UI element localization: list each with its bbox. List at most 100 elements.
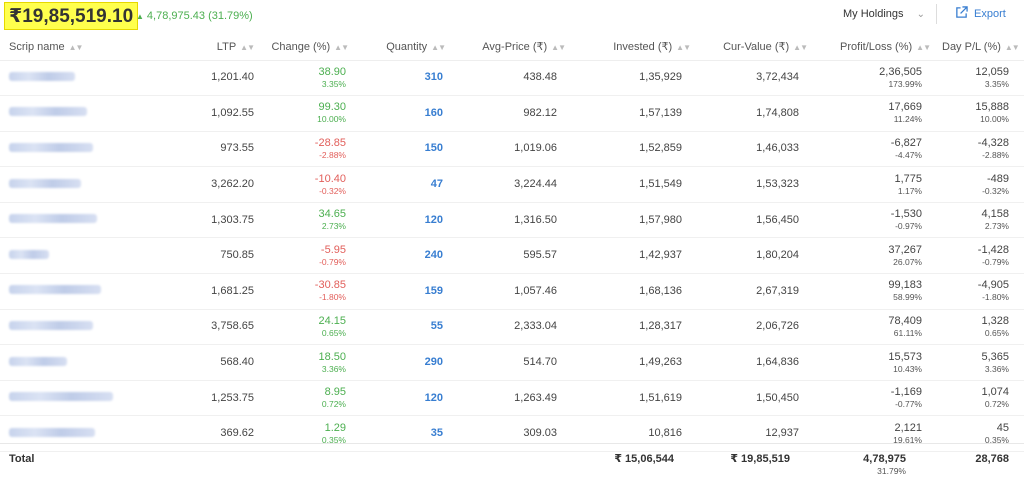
column-header-quantity[interactable]: Quantity ▲▼	[360, 34, 457, 61]
day-pl-pct: -1.80%	[982, 292, 1009, 303]
day-pl: -4,905	[977, 279, 1009, 292]
sort-icon[interactable]: ▲▼	[69, 43, 84, 52]
table-cell: 1,253.75	[135, 380, 254, 417]
table-cell: 240	[360, 237, 457, 275]
sort-icon[interactable]: ▲▼	[793, 43, 808, 52]
column-header-label: Avg-Price (₹)	[482, 41, 548, 54]
table-cell: -30.85 -1.80%	[254, 273, 360, 310]
change-value: 99.30	[318, 101, 346, 114]
table-cell: 1,35,929	[577, 60, 702, 97]
day-pl-pct: -2.88%	[982, 149, 1009, 160]
table-row[interactable]: 1,253.75 8.95 0.72% 120 1,263.49 1,51,619 1,50…	[0, 380, 1024, 417]
column-header-ltp[interactable]: LTP ▲▼	[135, 34, 255, 61]
sort-icon[interactable]: ▲▼	[431, 43, 446, 52]
table-cell: 1,074 0.72%	[942, 380, 1024, 417]
change-value: -28.85	[314, 136, 346, 149]
portfolio-header: ₹19,85,519.10 ▲ 4,78,975.43 (31.79%) My H…	[0, 0, 1024, 34]
current-value: 1,56,450	[756, 213, 799, 226]
totals-label: Total	[9, 453, 35, 465]
column-header-invested[interactable]: Invested (₹) ▲▼	[577, 34, 702, 61]
column-header-avg-price[interactable]: Avg-Price (₹) ▲▼	[457, 34, 577, 61]
scrip-name-redacted[interactable]	[9, 285, 101, 295]
table-row[interactable]: 1,303.75 34.65 2.73% 120 1,316.50 1,57,980 1,5…	[0, 202, 1024, 239]
scrip-name-redacted[interactable]	[9, 214, 97, 224]
column-header-cur-value[interactable]: Cur-Value (₹) ▲▼	[702, 34, 819, 61]
table-row[interactable]: 3,262.20 -10.40 -0.32% 47 3,224.44 1,51,549 1,…	[0, 166, 1024, 203]
change-pct: 2.73%	[321, 221, 346, 232]
external-link-icon	[956, 6, 968, 18]
table-row[interactable]: 1,681.25 -30.85 -1.80% 159 1,057.46 1,68,136 2…	[0, 273, 1024, 310]
total-holdings-value: ₹19,85,519.10	[4, 2, 139, 30]
scrip-name-redacted[interactable]	[9, 392, 113, 402]
scrip-name-redacted[interactable]	[9, 249, 49, 259]
scrip-name-redacted[interactable]	[9, 320, 93, 330]
day-pl: -1,428	[977, 243, 1009, 256]
table-cell: 1,52,859	[577, 131, 702, 168]
table-cell: 159	[360, 273, 457, 310]
table-row[interactable]: 750.85 -5.95 -0.79% 240 595.57 1,42,937 1,80,2…	[0, 237, 1024, 275]
profit-loss-pct: -0.97%	[895, 221, 922, 232]
column-header-profit-loss[interactable]: Profit/Loss (%) ▲▼	[819, 34, 942, 61]
export-button[interactable]: Export	[955, 6, 1006, 21]
day-change: ▲ 4,78,975.43 (31.79%)	[136, 9, 253, 24]
scrip-name-redacted[interactable]	[9, 427, 95, 437]
column-header-scrip-name[interactable]: Scrip name ▲▼	[0, 34, 135, 61]
change-pct: 0.72%	[321, 399, 346, 410]
table-row[interactable]: 1,201.40 38.90 3.35% 310 438.48 1,35,929 3,72,…	[0, 60, 1024, 97]
column-header-change[interactable]: Change (%) ▲▼	[254, 34, 360, 61]
holdings-dropdown[interactable]: My Holdings ⌄	[843, 7, 925, 22]
ltp: 1,681.25	[211, 284, 254, 297]
table-cell: 3,758.65	[135, 309, 254, 346]
table-cell: 99,183 58.99%	[819, 273, 942, 310]
scrip-name-redacted[interactable]	[9, 178, 81, 188]
day-change-value: 4,78,975.43 (31.79%)	[146, 10, 253, 22]
scrip-name-redacted[interactable]	[9, 356, 67, 366]
table-cell: 1,74,808	[702, 95, 819, 132]
invested: 1,42,937	[639, 249, 682, 262]
table-cell: 1,201.40	[135, 60, 254, 97]
table-cell: 4,158 2.73%	[942, 202, 1024, 239]
table-cell: 47	[360, 166, 457, 203]
sort-icon[interactable]: ▲▼	[551, 43, 566, 52]
sort-icon[interactable]: ▲▼	[916, 43, 931, 52]
table-cell: 1,092.55	[135, 95, 254, 132]
scrip-name-redacted[interactable]	[9, 107, 87, 117]
scrip-name-cell	[0, 273, 135, 310]
table-row[interactable]: 3,758.65 24.15 0.65% 55 2,333.04 1,28,317 2,06…	[0, 309, 1024, 346]
table-cell: 1,50,450	[702, 380, 819, 417]
holdings-dropdown-label: My Holdings	[843, 8, 904, 20]
avg-price: 1,263.49	[514, 391, 557, 404]
column-header-day-p-l[interactable]: Day P/L (%) ▲▼	[942, 34, 1024, 61]
change-pct: -1.80%	[319, 292, 346, 303]
table-cell: 3,262.20	[135, 166, 254, 203]
table-cell: 2,06,726	[702, 309, 819, 346]
sort-icon[interactable]: ▲▼	[676, 43, 691, 52]
sort-icon[interactable]: ▲▼	[334, 43, 349, 52]
table-cell: 1,46,033	[702, 131, 819, 168]
table-cell: 1,57,980	[577, 202, 702, 239]
ltp: 1,201.40	[211, 71, 254, 84]
avg-price: 982.12	[523, 106, 557, 119]
quantity: 35	[430, 427, 443, 440]
change-value: -5.95	[320, 243, 346, 256]
scrip-name-redacted[interactable]	[9, 71, 75, 81]
table-row[interactable]: 1,092.55 99.30 10.00% 160 982.12 1,57,139 1,74…	[0, 95, 1024, 132]
table-row[interactable]: 568.40 18.50 3.36% 290 514.70 1,49,263 1,64,83…	[0, 344, 1024, 381]
change-pct: 3.36%	[321, 363, 346, 374]
avg-price: 1,057.46	[514, 284, 557, 297]
profit-loss-pct: 58.99%	[893, 292, 922, 303]
totals-pl-pct: 31.79%	[877, 466, 906, 476]
table-cell: 1,49,263	[577, 344, 702, 381]
quantity: 159	[424, 284, 443, 297]
profit-loss: -1,169	[890, 386, 922, 399]
quantity: 120	[424, 391, 443, 404]
table-cell: 1,019.06	[457, 131, 577, 168]
sort-icon[interactable]: ▲▼	[1005, 43, 1020, 52]
scrip-name-redacted[interactable]	[9, 142, 93, 152]
sort-icon[interactable]: ▲▼	[240, 43, 255, 52]
scrip-name-cell	[0, 166, 135, 203]
table-row[interactable]: 973.55 -28.85 -2.88% 150 1,019.06 1,52,859 1,4…	[0, 131, 1024, 168]
table-cell: 99.30 10.00%	[254, 95, 360, 132]
table-cell: -5.95 -0.79%	[254, 237, 360, 275]
avg-price: 595.57	[523, 249, 557, 262]
